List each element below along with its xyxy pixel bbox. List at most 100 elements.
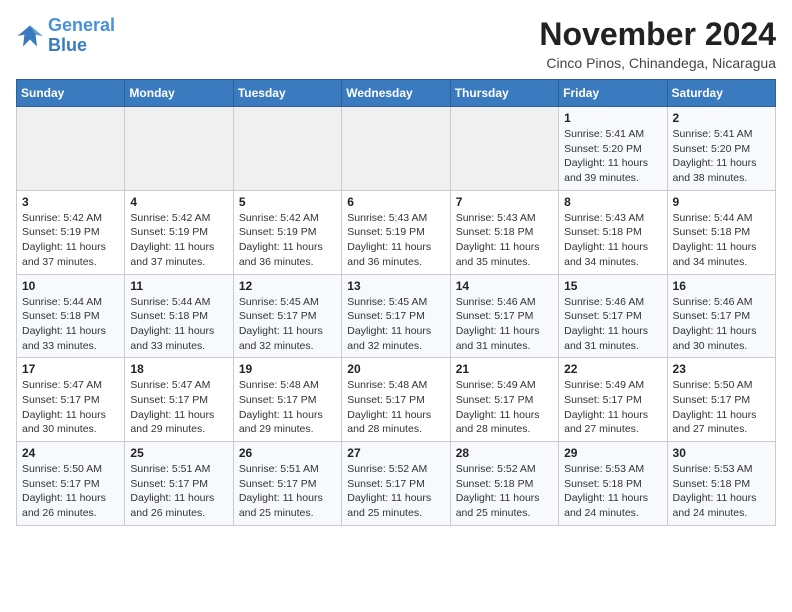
calendar-day-cell: 4 Sunrise: 5:42 AMSunset: 5:19 PMDaylight…: [125, 190, 233, 274]
calendar-day-cell: 6Sunrise: 5:43 AMSunset: 5:19 PMDaylight…: [342, 190, 450, 274]
day-info: Sunrise: 5:44 AMSunset: 5:18 PMDaylight:…: [130, 295, 227, 354]
weekday-header-row: SundayMondayTuesdayWednesdayThursdayFrid…: [17, 80, 776, 107]
calendar-week-row: 3 Sunrise: 5:42 AMSunset: 5:19 PMDaylight…: [17, 190, 776, 274]
logo-icon: [16, 22, 44, 50]
calendar-week-row: 17Sunrise: 5:47 AMSunset: 5:17 PMDayligh…: [17, 358, 776, 442]
calendar-day-cell: 10Sunrise: 5:44 AMSunset: 5:18 PMDayligh…: [17, 274, 125, 358]
weekday-header-monday: Monday: [125, 80, 233, 107]
day-number: 30: [673, 446, 770, 460]
day-info: Sunrise: 5:49 AMSunset: 5:17 PMDaylight:…: [456, 378, 553, 437]
calendar-day-cell: 12 Sunrise: 5:45 AMSunset: 5:17 PMDayligh…: [233, 274, 341, 358]
calendar-day-cell: 21 Sunrise: 5:49 AMSunset: 5:17 PMDayligh…: [450, 358, 558, 442]
calendar-day-cell: 22 Sunrise: 5:49 AMSunset: 5:17 PMDayligh…: [559, 358, 667, 442]
calendar-empty-cell: [450, 107, 558, 191]
calendar-day-cell: 29 Sunrise: 5:53 AMSunset: 5:18 PMDayligh…: [559, 442, 667, 526]
weekday-header-saturday: Saturday: [667, 80, 775, 107]
day-number: 28: [456, 446, 553, 460]
day-info: Sunrise: 5:47 AMSunset: 5:17 PMDaylight:…: [22, 378, 119, 437]
calendar-day-cell: 3Sunrise: 5:42 AMSunset: 5:19 PMDaylight…: [17, 190, 125, 274]
page-header: General Blue November 2024 Cinco Pinos, …: [16, 16, 776, 71]
day-number: 4: [130, 195, 227, 209]
day-number: 21: [456, 362, 553, 376]
day-info: Sunrise: 5:44 AMSunset: 5:18 PMDaylight:…: [673, 211, 770, 270]
day-info: Sunrise: 5:45 AMSunset: 5:17 PMDaylight:…: [239, 295, 336, 354]
weekday-header-wednesday: Wednesday: [342, 80, 450, 107]
day-number: 9: [673, 195, 770, 209]
calendar-table: SundayMondayTuesdayWednesdayThursdayFrid…: [16, 79, 776, 526]
day-number: 13: [347, 279, 444, 293]
calendar-day-cell: 24 Sunrise: 5:50 AMSunset: 5:17 PMDayligh…: [17, 442, 125, 526]
calendar-day-cell: 1 Sunrise: 5:41 AMSunset: 5:20 PMDaylight…: [559, 107, 667, 191]
day-info: Sunrise: 5:45 AMSunset: 5:17 PMDaylight:…: [347, 295, 444, 354]
calendar-day-cell: 20Sunrise: 5:48 AMSunset: 5:17 PMDayligh…: [342, 358, 450, 442]
calendar-day-cell: 27 Sunrise: 5:52 AMSunset: 5:17 PMDayligh…: [342, 442, 450, 526]
day-number: 1: [564, 111, 661, 125]
calendar-day-cell: 5Sunrise: 5:42 AMSunset: 5:19 PMDaylight…: [233, 190, 341, 274]
day-info: Sunrise: 5:51 AMSunset: 5:17 PMDaylight:…: [239, 462, 336, 521]
day-info: Sunrise: 5:43 AMSunset: 5:18 PMDaylight:…: [564, 211, 661, 270]
weekday-header-sunday: Sunday: [17, 80, 125, 107]
day-number: 18: [130, 362, 227, 376]
day-info: Sunrise: 5:42 AMSunset: 5:19 PMDaylight:…: [130, 211, 227, 270]
calendar-body: 1 Sunrise: 5:41 AMSunset: 5:20 PMDaylight…: [17, 107, 776, 526]
day-info: Sunrise: 5:50 AMSunset: 5:17 PMDaylight:…: [22, 462, 119, 521]
calendar-day-cell: 8 Sunrise: 5:43 AMSunset: 5:18 PMDaylight…: [559, 190, 667, 274]
day-number: 3: [22, 195, 119, 209]
day-info: Sunrise: 5:49 AMSunset: 5:17 PMDaylight:…: [564, 378, 661, 437]
location-text: Cinco Pinos, Chinandega, Nicaragua: [539, 55, 776, 71]
day-number: 23: [673, 362, 770, 376]
calendar-week-row: 10 Sunrise: 5:44 AMSunset: 5:18 PMDayligh…: [17, 274, 776, 358]
calendar-day-cell: 16Sunrise: 5:46 AMSunset: 5:17 PMDayligh…: [667, 274, 775, 358]
day-info: Sunrise: 5:43 AMSunset: 5:19 PMDaylight:…: [347, 211, 444, 270]
calendar-day-cell: 11 Sunrise: 5:44 AMSunset: 5:18 PMDayligh…: [125, 274, 233, 358]
title-block: November 2024 Cinco Pinos, Chinandega, N…: [539, 16, 776, 71]
day-number: 25: [130, 446, 227, 460]
day-number: 14: [456, 279, 553, 293]
weekday-header-friday: Friday: [559, 80, 667, 107]
calendar-day-cell: 9 Sunrise: 5:44 AMSunset: 5:18 PMDaylight…: [667, 190, 775, 274]
day-number: 19: [239, 362, 336, 376]
calendar-day-cell: 26 Sunrise: 5:51 AMSunset: 5:17 PMDayligh…: [233, 442, 341, 526]
calendar-empty-cell: [17, 107, 125, 191]
logo: General Blue: [16, 16, 115, 56]
day-number: 2: [673, 111, 770, 125]
calendar-empty-cell: [233, 107, 341, 191]
day-number: 24: [22, 446, 119, 460]
calendar-day-cell: 14 Sunrise: 5:46 AMSunset: 5:17 PMDayligh…: [450, 274, 558, 358]
calendar-header: SundayMondayTuesdayWednesdayThursdayFrid…: [17, 80, 776, 107]
day-number: 12: [239, 279, 336, 293]
day-info: Sunrise: 5:46 AMSunset: 5:17 PMDaylight:…: [564, 295, 661, 354]
weekday-header-thursday: Thursday: [450, 80, 558, 107]
day-number: 8: [564, 195, 661, 209]
calendar-day-cell: 25 Sunrise: 5:51 AMSunset: 5:17 PMDayligh…: [125, 442, 233, 526]
day-info: Sunrise: 5:51 AMSunset: 5:17 PMDaylight:…: [130, 462, 227, 521]
day-number: 27: [347, 446, 444, 460]
month-title: November 2024: [539, 16, 776, 53]
day-number: 26: [239, 446, 336, 460]
day-info: Sunrise: 5:47 AMSunset: 5:17 PMDaylight:…: [130, 378, 227, 437]
calendar-empty-cell: [125, 107, 233, 191]
logo-text: General Blue: [48, 16, 115, 56]
day-info: Sunrise: 5:41 AMSunset: 5:20 PMDaylight:…: [564, 127, 661, 186]
day-info: Sunrise: 5:53 AMSunset: 5:18 PMDaylight:…: [673, 462, 770, 521]
day-number: 10: [22, 279, 119, 293]
weekday-header-tuesday: Tuesday: [233, 80, 341, 107]
day-number: 15: [564, 279, 661, 293]
day-number: 20: [347, 362, 444, 376]
calendar-day-cell: 17Sunrise: 5:47 AMSunset: 5:17 PMDayligh…: [17, 358, 125, 442]
day-info: Sunrise: 5:46 AMSunset: 5:17 PMDaylight:…: [456, 295, 553, 354]
day-number: 11: [130, 279, 227, 293]
day-number: 29: [564, 446, 661, 460]
calendar-day-cell: 18 Sunrise: 5:47 AMSunset: 5:17 PMDayligh…: [125, 358, 233, 442]
day-number: 16: [673, 279, 770, 293]
day-number: 22: [564, 362, 661, 376]
day-info: Sunrise: 5:50 AMSunset: 5:17 PMDaylight:…: [673, 378, 770, 437]
day-info: Sunrise: 5:53 AMSunset: 5:18 PMDaylight:…: [564, 462, 661, 521]
day-number: 5: [239, 195, 336, 209]
day-info: Sunrise: 5:52 AMSunset: 5:17 PMDaylight:…: [347, 462, 444, 521]
calendar-day-cell: 19 Sunrise: 5:48 AMSunset: 5:17 PMDayligh…: [233, 358, 341, 442]
calendar-day-cell: 23 Sunrise: 5:50 AMSunset: 5:17 PMDayligh…: [667, 358, 775, 442]
day-number: 7: [456, 195, 553, 209]
day-info: Sunrise: 5:48 AMSunset: 5:17 PMDaylight:…: [239, 378, 336, 437]
day-info: Sunrise: 5:41 AMSunset: 5:20 PMDaylight:…: [673, 127, 770, 186]
